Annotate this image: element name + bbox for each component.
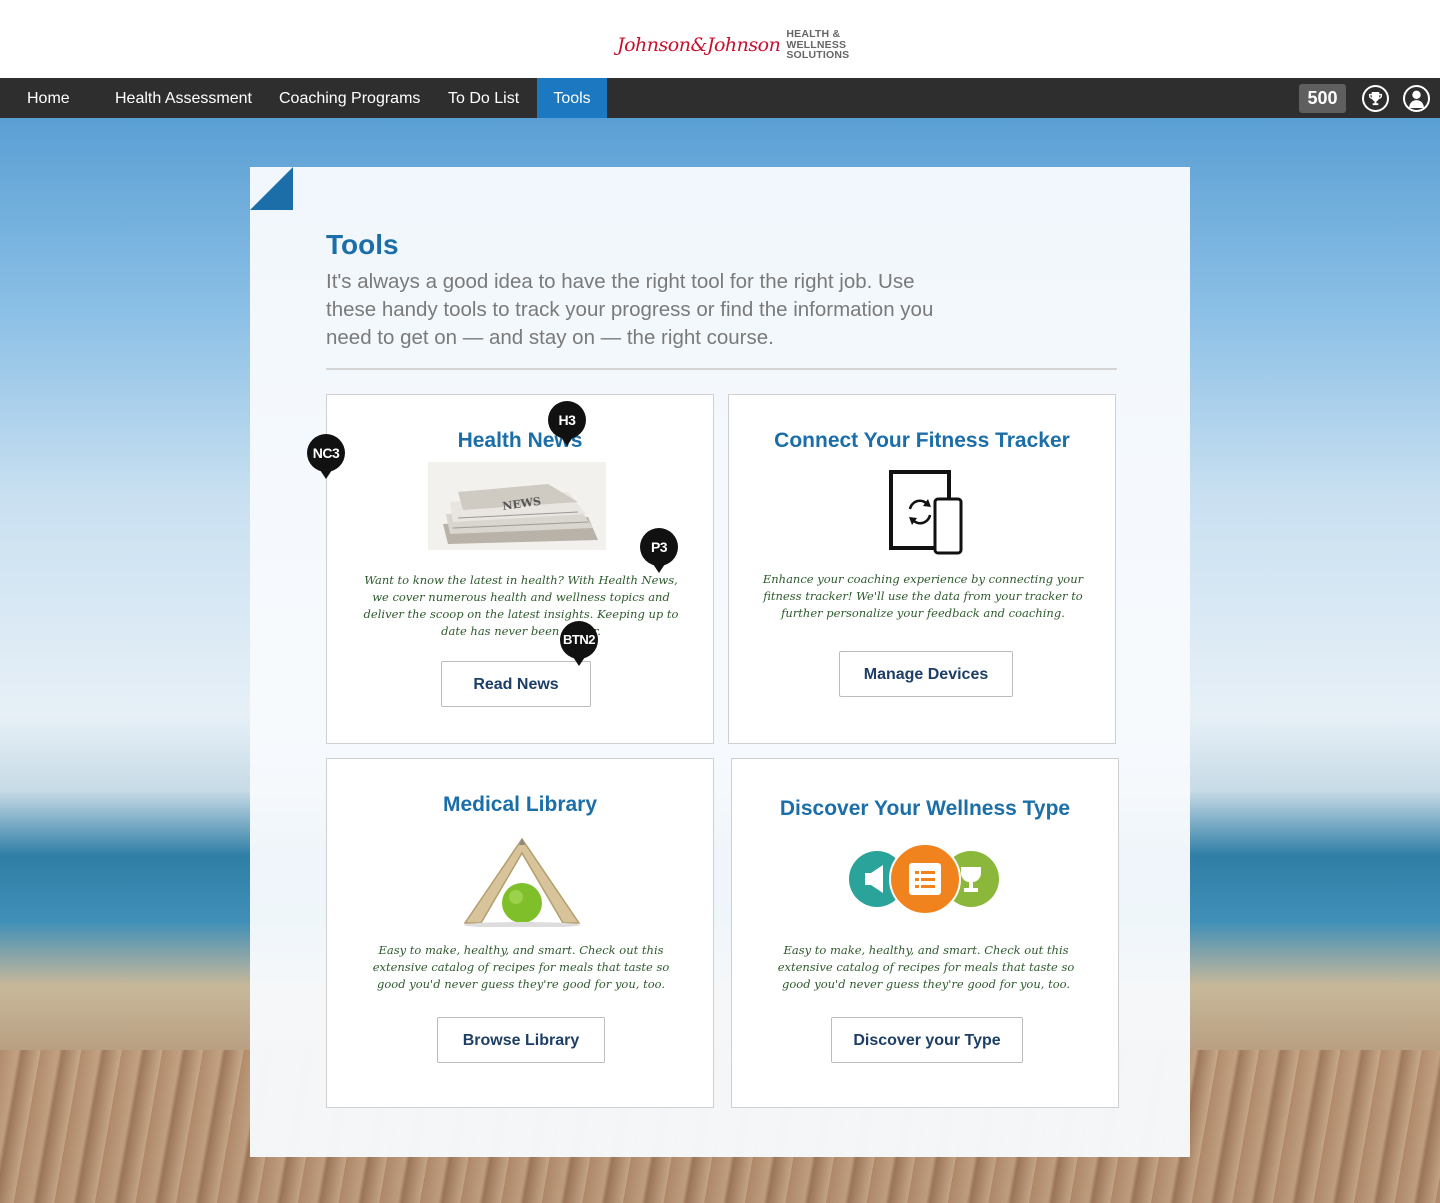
health-news-title[interactable]: Health News xyxy=(327,429,713,453)
marker-nc3: NC3 xyxy=(307,434,345,479)
marker-h3: H3 xyxy=(548,401,586,446)
user-icon[interactable] xyxy=(1403,85,1430,112)
read-news-button[interactable]: Read News xyxy=(441,661,591,707)
medical-library-card: Medical Library Easy to make, healthy, a… xyxy=(326,758,714,1108)
fitness-tracker-title[interactable]: Connect Your Fitness Tracker xyxy=(729,429,1115,453)
nav-tools[interactable]: Tools xyxy=(537,78,607,118)
brand-logo-script: Johnson&Johnson xyxy=(617,33,781,56)
page-intro: It's always a good idea to have the righ… xyxy=(326,270,934,349)
brand-line-1: HEALTH & xyxy=(786,28,841,40)
brand-logo-subtitle: HEALTH & WELLNESS SOLUTIONS xyxy=(786,29,849,61)
medical-library-title[interactable]: Medical Library xyxy=(327,793,713,817)
health-news-description: Want to know the latest in health? With … xyxy=(363,573,679,638)
brand-logo[interactable]: Johnson&Johnson HEALTH & WELLNESS SOLUTI… xyxy=(617,29,849,61)
brand-header: Johnson&Johnson HEALTH & WELLNESS SOLUTI… xyxy=(0,0,1440,78)
nav-health-assessment[interactable]: Health Assessment xyxy=(105,78,262,118)
nav-to-do-list[interactable]: To Do List xyxy=(438,78,529,118)
brand-line-3: SOLUTIONS xyxy=(786,49,850,61)
wellness-type-title[interactable]: Discover Your Wellness Type xyxy=(732,797,1118,821)
newspaper-stack-image: NEWS xyxy=(428,462,606,550)
nav-home[interactable]: Home xyxy=(17,78,80,118)
wellness-type-description: Easy to make, healthy, and smart. Check … xyxy=(777,943,1075,991)
page-fold-corner xyxy=(250,167,293,210)
marker-p3: P3 xyxy=(640,528,678,573)
manage-devices-button[interactable]: Manage Devices xyxy=(839,651,1013,697)
marker-btn2: BTN2 xyxy=(560,621,598,666)
main-nav: Home Health Assessment Coaching Programs… xyxy=(0,78,1440,118)
device-sync-icon xyxy=(889,470,963,555)
nav-coaching-programs[interactable]: Coaching Programs xyxy=(269,78,430,118)
wellness-type-card: Discover Your Wellness Type Easy to make… xyxy=(731,758,1119,1108)
medical-library-description: Easy to make, healthy, and smart. Check … xyxy=(372,943,670,991)
fitness-tracker-card: Connect Your Fitness Tracker Enhance you… xyxy=(728,394,1116,744)
browse-library-button[interactable]: Browse Library xyxy=(437,1017,605,1063)
wellness-type-icons xyxy=(849,843,999,915)
divider xyxy=(326,368,1117,370)
fitness-tracker-description: Enhance your coaching experience by conn… xyxy=(762,572,1084,620)
page-title: Tools xyxy=(326,229,399,260)
trophy-icon[interactable] xyxy=(1362,85,1389,112)
discover-your-type-button[interactable]: Discover your Type xyxy=(831,1017,1023,1063)
book-over-apple-image xyxy=(463,837,581,927)
points-badge[interactable]: 500 xyxy=(1299,84,1346,113)
